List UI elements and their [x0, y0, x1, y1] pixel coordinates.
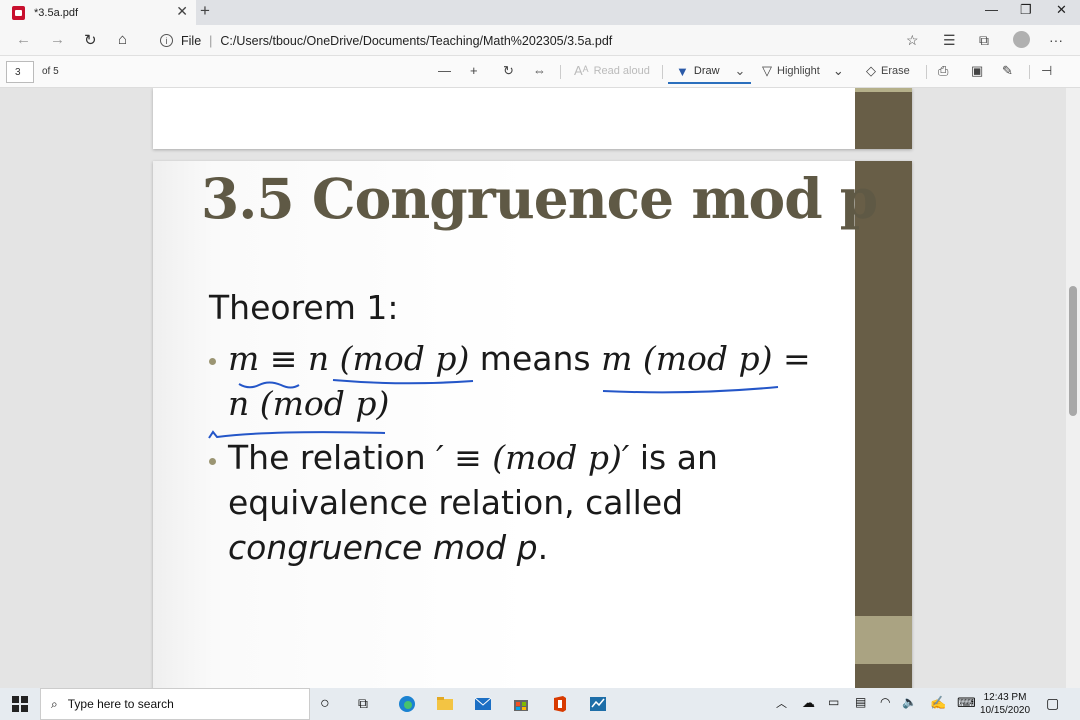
draw-label: Draw [693, 65, 720, 77]
eraser-icon: ◇ [866, 63, 876, 78]
highlight-chevron-down-icon[interactable]: ⌄ [833, 63, 844, 79]
office-icon[interactable] [551, 695, 569, 713]
toolbar-divider [560, 65, 561, 79]
refresh-icon[interactable]: ↻ [84, 31, 97, 49]
page-number-input[interactable]: 3 [6, 61, 34, 83]
draw-chevron-down-icon[interactable]: ⌄ [735, 63, 746, 79]
windows-taskbar: ⌕ Type here to search ○ ⧉ ︿ ☁ ▭ ▤ ◠ 🔈 ✍ … [0, 688, 1080, 720]
favorites-list-icon[interactable]: ☰ [943, 32, 956, 49]
tab-title: *3.5a.pdf [34, 6, 79, 19]
pdf-viewer[interactable]: 3.5 Congruence mod p Theorem 1: m ≡ n (m… [0, 88, 1080, 688]
url-text: C:/Users/tbouc/OneDrive/Documents/Teachi… [220, 33, 613, 48]
address-bar-row: ← → ↻ ⌂ i File | C:/Users/tbouc/OneDrive… [0, 25, 1080, 56]
toolbar-divider [662, 65, 663, 79]
collections-icon[interactable]: ⧉ [979, 32, 989, 49]
read-aloud-label: Read aloud [593, 64, 650, 77]
highlighter-icon: ▽ [762, 63, 772, 78]
show-hidden-icons-chevron-up-icon[interactable]: ︿ [776, 695, 794, 713]
slide-side-bar [855, 88, 912, 149]
pdf-page-current: 3.5 Congruence mod p Theorem 1: m ≡ n (m… [153, 161, 912, 688]
erase-label: Erase [881, 65, 910, 77]
ink-underline-rhs [602, 386, 779, 394]
system-clock[interactable]: 12:43 PM 10/15/2020 [980, 691, 1030, 717]
touch-keyboard-icon[interactable]: ⌨ [957, 695, 976, 713]
browser-tab-strip: *3.5a.pdf ✕ + — ❐ ✕ [0, 0, 1080, 25]
cortana-icon[interactable]: ○ [320, 695, 338, 713]
highlight-label: Highlight [777, 65, 820, 77]
read-aloud-icon: Aᴬ [574, 63, 589, 78]
profile-avatar[interactable] [1013, 31, 1030, 48]
notification-center-icon[interactable]: ▢ [1046, 695, 1064, 713]
windows-start-icon[interactable] [11, 695, 29, 713]
back-icon[interactable]: ← [16, 31, 31, 48]
taskbar-search-box[interactable]: ⌕ Type here to search [40, 688, 310, 720]
onedrive-cloud-icon[interactable]: ☁ [802, 695, 820, 713]
pdf-toolbar: 3 of 5 — + ↻ ⇔ Aᴬ Read aloud ▼ Draw ⌄ ▽ High… [0, 56, 1080, 88]
scrollbar-thumb[interactable] [1069, 286, 1077, 416]
minimize-icon[interactable]: — [985, 2, 998, 17]
favorite-star-icon[interactable]: ☆ [906, 32, 919, 49]
task-view-icon[interactable]: ⧉ [358, 695, 376, 713]
pdf-page-previous [153, 88, 912, 149]
network-icon[interactable]: ▤ [855, 695, 873, 713]
more-menu-icon[interactable]: ··· [1049, 32, 1063, 48]
rotate-icon[interactable]: ↻ [503, 63, 514, 79]
home-icon[interactable]: ⌂ [118, 31, 127, 48]
whiteboard-app-icon[interactable] [589, 695, 607, 713]
highlight-button[interactable]: ▽ Highlight ⌄ [762, 63, 844, 79]
browser-tab[interactable]: *3.5a.pdf ✕ [0, 0, 196, 25]
vertical-scrollbar[interactable] [1066, 88, 1080, 688]
draw-button[interactable]: ▼ Draw ⌄ [676, 63, 745, 79]
mail-icon[interactable] [474, 695, 492, 713]
pin-toolbar-icon[interactable]: ⊣ [1041, 63, 1052, 79]
url-separator: | [209, 33, 213, 48]
forward-icon[interactable]: → [50, 31, 65, 48]
page-count-label: of 5 [42, 66, 59, 77]
clock-time: 12:43 PM [983, 692, 1027, 703]
edge-browser-icon[interactable] [398, 695, 416, 713]
toolbar-divider [1029, 65, 1030, 79]
zoom-in-icon[interactable]: + [470, 63, 478, 78]
fit-page-icon[interactable]: ⇔ [533, 63, 546, 78]
save-as-icon[interactable]: ✎ [1002, 63, 1013, 79]
draw-active-indicator [668, 82, 751, 84]
restore-icon[interactable]: ❐ [1020, 2, 1032, 18]
clock-date: 10/15/2020 [980, 705, 1031, 716]
erase-button[interactable]: ◇ Erase [866, 63, 910, 79]
ink-underline-line2 [208, 430, 386, 439]
window-close-icon[interactable]: ✕ [1056, 2, 1067, 18]
pen-workspace-icon[interactable]: ✍ [930, 695, 948, 713]
ink-underline-mod-p [332, 379, 474, 385]
wifi-icon[interactable]: ◠ [880, 695, 898, 713]
close-tab-icon[interactable]: ✕ [176, 3, 188, 20]
pen-icon: ▼ [676, 63, 689, 79]
store-icon[interactable] [512, 695, 530, 713]
read-aloud-button[interactable]: Aᴬ Read aloud [574, 63, 650, 78]
url-scheme-label: File [181, 33, 202, 48]
file-explorer-icon[interactable] [436, 695, 454, 713]
ink-underline-m [238, 381, 300, 389]
zoom-out-icon[interactable]: — [438, 63, 451, 78]
save-icon[interactable]: ▣ [971, 63, 983, 79]
new-tab-icon[interactable]: + [200, 1, 210, 21]
ink-annotations [208, 379, 779, 439]
print-icon[interactable]: ⎙ [938, 63, 948, 79]
toolbar-divider [926, 65, 927, 79]
info-icon[interactable]: i [160, 34, 173, 47]
search-placeholder: Type here to search [67, 697, 174, 711]
url-field[interactable]: i File | C:/Users/tbouc/OneDrive/Documen… [150, 29, 930, 52]
volume-icon[interactable]: 🔈 [902, 695, 920, 713]
search-icon: ⌕ [51, 696, 58, 711]
battery-icon[interactable]: ▭ [828, 695, 846, 713]
pdf-file-icon [12, 5, 25, 20]
